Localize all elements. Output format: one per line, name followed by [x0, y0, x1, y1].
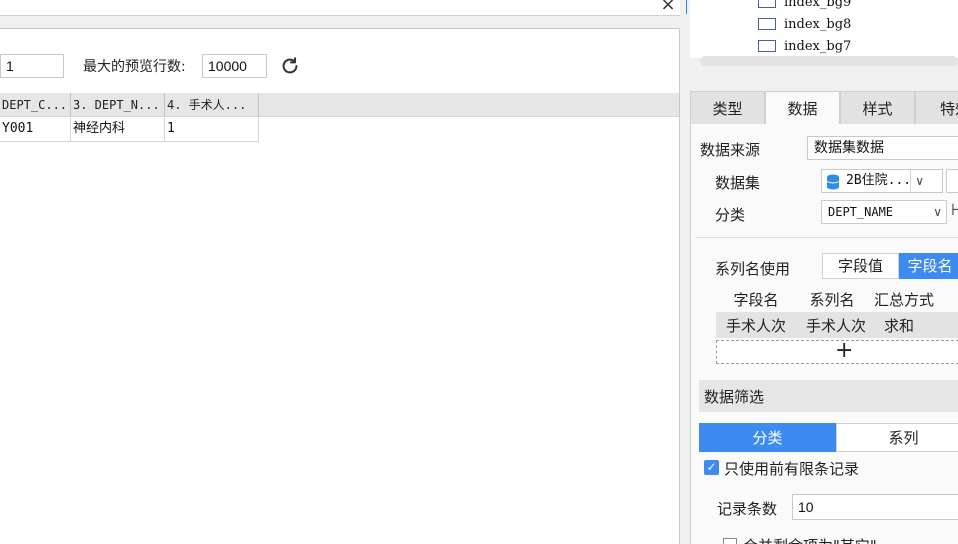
row-count-input[interactable]: 1 [0, 54, 64, 78]
dialog-title-bar: × [0, 0, 680, 16]
frame-icon [758, 40, 776, 52]
refresh-icon[interactable] [279, 55, 301, 77]
dataset-select[interactable]: 2B住院... ∨ [821, 169, 943, 193]
tree-item[interactable]: index_bg7 [758, 36, 851, 56]
summary-method-cell[interactable]: 求和 [884, 315, 914, 336]
close-icon[interactable]: × [658, 0, 678, 14]
category-label: 分类 [715, 206, 746, 224]
merge-others-label: 合并剩余项为"其它" [743, 535, 877, 544]
database-icon [826, 174, 840, 190]
tree-item-label: index_bg8 [784, 16, 852, 32]
tree-item[interactable]: index_bg9 [758, 0, 851, 12]
property-panel: index_bg9 index_bg8 index_bg7 类型 数据 样式 特… [682, 0, 958, 544]
tab-style[interactable]: 样式 [840, 91, 915, 125]
limit-records-checkbox[interactable]: ✓ [704, 460, 719, 475]
column-header: 汇总方式 [870, 287, 958, 313]
tree-horizontal-scrollbar[interactable] [700, 56, 958, 66]
filter-tab-series[interactable]: 系列 [836, 423, 958, 452]
tree-item[interactable]: index_bg8 [758, 14, 851, 34]
column-header: 系列名 [798, 287, 866, 313]
limit-records-label: 只使用前有限条记录 [724, 460, 860, 478]
record-count-label: 记录条数 [717, 500, 778, 518]
grid-cell[interactable]: Y001 [0, 118, 71, 142]
data-tab-content: 数据来源 数据集数据 ▾ 数据集 2B住院... ∨ 分类 DEPT_NAME … [690, 124, 958, 544]
table-row[interactable]: 手术人次 手术人次 求和 [716, 312, 958, 338]
data-source-value: 数据集数据 [814, 140, 884, 156]
chevron-down-icon: ∨ [910, 170, 924, 192]
data-source-label: 数据来源 [700, 141, 761, 159]
data-source-select[interactable]: 数据集数据 ▾ [807, 136, 958, 160]
column-header[interactable]: 4. 手术人... [165, 93, 259, 117]
series-field-cell[interactable]: 手术人次 [726, 315, 786, 336]
more-icon[interactable]: ⊦ [951, 200, 958, 219]
dataset-value: 2B住院... [846, 173, 912, 188]
panel-divider [686, 0, 687, 14]
preview-grid-header: DEPT_C... 3. DEPT_N... 4. 手术人... [0, 93, 679, 117]
dataset-label: 数据集 [715, 174, 761, 192]
tab-effects[interactable]: 特效 [915, 91, 958, 125]
column-header[interactable]: DEPT_C... [0, 93, 71, 117]
merge-others-checkbox[interactable] [723, 538, 737, 544]
max-preview-rows-input[interactable]: 10000 [202, 54, 267, 78]
grid-cell[interactable]: 1 [165, 118, 259, 142]
chevron-down-icon: ∨ [933, 205, 942, 219]
filter-tab-category[interactable]: 分类 [699, 423, 836, 452]
series-usage-field-value[interactable]: 字段值 [822, 253, 899, 279]
search-icon[interactable] [946, 169, 958, 193]
frame-icon [758, 0, 776, 8]
series-usage-label: 系列名使用 [715, 260, 791, 278]
section-divider [695, 237, 958, 238]
property-tabs: 类型 数据 样式 特效 [690, 91, 958, 125]
max-preview-rows-label: 最大的预览行数: [83, 59, 186, 75]
series-usage-field-name[interactable]: 字段名 [899, 253, 958, 279]
category-select[interactable]: DEPT_NAME ∨ [821, 200, 947, 224]
column-header: 字段名 [718, 287, 794, 313]
column-header[interactable]: 3. DEPT_N... [71, 93, 165, 117]
dialog-gap [0, 17, 682, 28]
frame-icon [758, 18, 776, 30]
tab-type[interactable]: 类型 [690, 91, 765, 125]
plus-icon: + [835, 338, 854, 363]
tree-item-label: index_bg9 [784, 0, 852, 10]
grid-cell[interactable]: 神经内科 [71, 118, 165, 142]
add-series-button[interactable]: + [716, 338, 958, 364]
tree-item-label: index_bg7 [784, 38, 852, 54]
tab-data[interactable]: 数据 [765, 91, 840, 125]
template-tree: index_bg9 index_bg8 index_bg7 [690, 0, 958, 58]
preview-panel: 1 最大的预览行数: 10000 DEPT_C... 3. DEPT_N... … [0, 28, 680, 544]
data-filter-header[interactable]: 数据筛选 [699, 380, 958, 412]
record-count-input[interactable]: 10 [792, 494, 958, 520]
data-filter-label: 数据筛选 [704, 388, 765, 406]
series-name-cell[interactable]: 手术人次 [806, 315, 866, 336]
category-value: DEPT_NAME [828, 205, 894, 219]
